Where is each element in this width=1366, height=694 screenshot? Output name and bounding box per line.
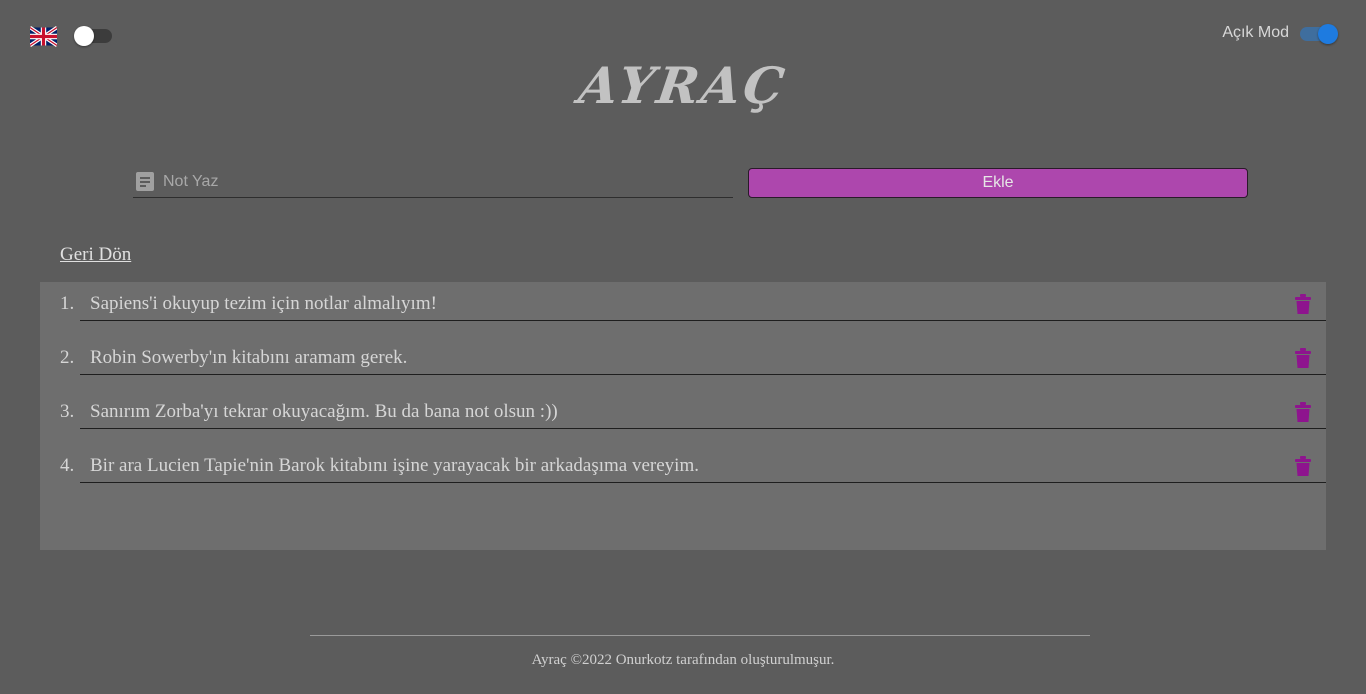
list-item: 3. Sanırım Zorba'yı tekrar okuyacağım. B… <box>60 390 1326 429</box>
note-icon <box>136 172 154 191</box>
notes-list: 1. Sapiens'i okuyup tezim için notlar al… <box>40 282 1326 550</box>
trash-icon[interactable] <box>1295 456 1311 476</box>
add-button[interactable]: Ekle <box>748 168 1248 198</box>
list-item-number: 1. <box>60 293 75 314</box>
list-item-text: Robin Sowerby'ın kitabını aramam gerek. <box>90 347 408 368</box>
footer-text: Ayraç ©2022 Onurkotz tarafından oluşturu… <box>531 652 835 668</box>
note-field <box>133 168 733 198</box>
footer-divider <box>310 635 1090 636</box>
mode-toggle[interactable] <box>1300 24 1340 44</box>
uk-flag-icon[interactable] <box>29 26 58 47</box>
list-item-number: 2. <box>60 347 75 368</box>
note-input[interactable] <box>163 168 723 196</box>
list-item-text: Bir ara Lucien Tapie'nin Barok kitabını … <box>90 455 699 476</box>
app-logo: AYRAÇ <box>575 56 791 115</box>
list-item-text: Sapiens'i okuyup tezim için notlar almal… <box>90 293 437 314</box>
language-toggle[interactable] <box>74 26 112 46</box>
list-item: 2. Robin Sowerby'ın kitabını aramam gere… <box>60 336 1326 375</box>
list-item-number: 4. <box>60 455 75 476</box>
list-item: 1. Sapiens'i okuyup tezim için notlar al… <box>60 282 1326 321</box>
list-item: 4. Bir ara Lucien Tapie'nin Barok kitabı… <box>60 444 1326 483</box>
trash-icon[interactable] <box>1295 294 1311 314</box>
list-item-number: 3. <box>60 401 75 422</box>
language-toggle-knob <box>74 26 94 46</box>
list-item-text: Sanırım Zorba'yı tekrar okuyacağım. Bu d… <box>90 401 558 422</box>
back-link[interactable]: Geri Dön <box>60 244 131 266</box>
mode-toggle-knob <box>1318 24 1338 44</box>
trash-icon[interactable] <box>1295 348 1311 368</box>
trash-icon[interactable] <box>1295 402 1311 422</box>
mode-label: Açık Mod <box>1222 24 1289 41</box>
